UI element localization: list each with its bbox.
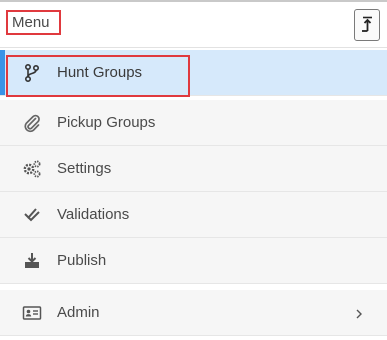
id-card-icon [22, 306, 42, 320]
collapse-up-icon [362, 16, 372, 32]
menu-panel: Menu Hunt Groups Pickup Groups Settings … [0, 0, 387, 340]
chevron-right-icon [356, 309, 362, 319]
gears-icon [23, 160, 41, 178]
collapse-button[interactable] [354, 9, 380, 41]
sidebar-item-settings[interactable]: Settings [0, 146, 387, 192]
sidebar-item-pickup-groups[interactable]: Pickup Groups [0, 100, 387, 146]
sidebar-item-label: Pickup Groups [57, 114, 156, 131]
sidebar-item-publish[interactable]: Publish [0, 238, 387, 284]
sidebar-item-validations[interactable]: Validations [0, 192, 387, 238]
sidebar-item-admin[interactable]: Admin [0, 290, 387, 336]
sidebar-item-hunt-groups[interactable]: Hunt Groups [0, 50, 387, 97]
sidebar-item-label: Admin [57, 304, 100, 321]
sidebar-item-label: Settings [57, 160, 112, 177]
sidebar-item-label: Validations [57, 206, 130, 223]
active-indicator [0, 50, 5, 95]
double-check-icon [24, 208, 40, 222]
download-tray-icon [25, 253, 39, 268]
menu-header: Menu [0, 2, 387, 48]
sidebar-item-label: Hunt Groups [57, 64, 143, 81]
menu-title: Menu [6, 10, 61, 35]
paperclip-icon [24, 114, 40, 133]
branch-icon [24, 63, 40, 83]
sidebar-item-label: Publish [57, 252, 107, 269]
